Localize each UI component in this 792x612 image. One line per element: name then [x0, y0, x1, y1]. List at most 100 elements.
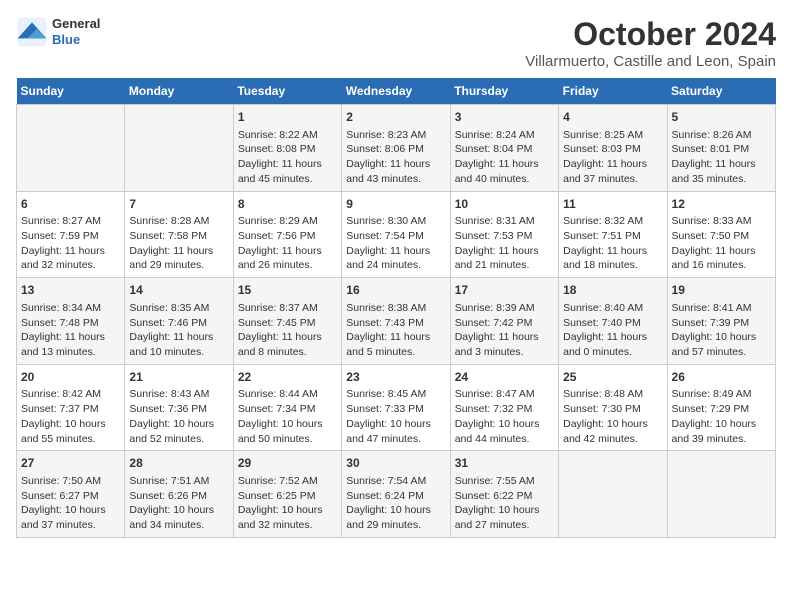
- calendar-cell: 13 Sunrise: 8:34 AMSunset: 7:48 PMDayligh…: [17, 278, 125, 365]
- calendar-cell: 29 Sunrise: 7:52 AMSunset: 6:25 PMDayligh…: [233, 451, 341, 538]
- calendar-cell: 4Sunrise: 8:25 AMSunset: 8:03 PMDaylight…: [559, 105, 667, 192]
- day-number: 16: [346, 282, 445, 299]
- day-number: 6: [21, 196, 120, 213]
- month-title: October 2024: [525, 16, 776, 53]
- calendar-cell: 7Sunrise: 8:28 AMSunset: 7:58 PMDaylight…: [125, 191, 233, 278]
- logo-text: General Blue: [52, 16, 100, 47]
- calendar-cell: 21Sunrise: 8:43 AMSunset: 7:36 PMDayligh…: [125, 364, 233, 451]
- day-info: Sunrise: 8:31 AMSunset: 7:53 PMDaylight:…: [455, 214, 554, 273]
- calendar-cell: 22Sunrise: 8:44 AMSunset: 7:34 PMDayligh…: [233, 364, 341, 451]
- day-number: 24: [455, 369, 554, 386]
- day-info: Sunrise: 8:44 AMSunset: 7:34 PMDaylight:…: [238, 387, 337, 446]
- day-number: 30: [346, 455, 445, 472]
- logo: General Blue: [16, 16, 100, 48]
- location-title: Villarmuerto, Castille and Leon, Spain: [525, 53, 776, 70]
- day-info: Sunrise: 8:30 AMSunset: 7:54 PMDaylight:…: [346, 214, 445, 273]
- logo-general: General: [52, 16, 100, 32]
- calendar-cell: [559, 451, 667, 538]
- day-info: Sunrise: 8:37 AMSunset: 7:45 PMDaylight:…: [238, 301, 337, 360]
- calendar-week-5: 27 Sunrise: 7:50 AMSunset: 6:27 PMDayligh…: [17, 451, 776, 538]
- calendar-cell: 10Sunrise: 8:31 AMSunset: 7:53 PMDayligh…: [450, 191, 558, 278]
- day-number: 20: [21, 369, 120, 386]
- logo-blue: Blue: [52, 32, 100, 48]
- day-number: 11: [563, 196, 662, 213]
- day-number: 3: [455, 109, 554, 126]
- day-info: Sunrise: 8:33 AMSunset: 7:50 PMDaylight:…: [672, 214, 771, 273]
- day-info: Sunrise: 8:29 AMSunset: 7:56 PMDaylight:…: [238, 214, 337, 273]
- calendar-cell: 31 Sunrise: 7:55 AMSunset: 6:22 PMDayligh…: [450, 451, 558, 538]
- day-info: Sunrise: 8:48 AMSunset: 7:30 PMDaylight:…: [563, 387, 662, 446]
- day-info: Sunrise: 8:34 AMSunset: 7:48 PMDaylight:…: [21, 301, 120, 360]
- day-info: Sunrise: 7:55 AMSunset: 6:22 PMDaylight:…: [455, 474, 554, 533]
- day-number: 12: [672, 196, 771, 213]
- calendar-cell: 1Sunrise: 8:22 AMSunset: 8:08 PMDaylight…: [233, 105, 341, 192]
- calendar-week-4: 20Sunrise: 8:42 AMSunset: 7:37 PMDayligh…: [17, 364, 776, 451]
- day-number: 23: [346, 369, 445, 386]
- weekday-header-monday: Monday: [125, 78, 233, 105]
- calendar-cell: 25Sunrise: 8:48 AMSunset: 7:30 PMDayligh…: [559, 364, 667, 451]
- calendar-cell: [17, 105, 125, 192]
- day-info: Sunrise: 8:23 AMSunset: 8:06 PMDaylight:…: [346, 128, 445, 187]
- day-info: Sunrise: 8:43 AMSunset: 7:36 PMDaylight:…: [129, 387, 228, 446]
- title-block: October 2024 Villarmuerto, Castille and …: [525, 16, 776, 70]
- calendar-cell: 23Sunrise: 8:45 AMSunset: 7:33 PMDayligh…: [342, 364, 450, 451]
- day-info: Sunrise: 8:49 AMSunset: 7:29 PMDaylight:…: [672, 387, 771, 446]
- day-number: 4: [563, 109, 662, 126]
- day-number: 14: [129, 282, 228, 299]
- day-number: 26: [672, 369, 771, 386]
- calendar-cell: 15 Sunrise: 8:37 AMSunset: 7:45 PMDayligh…: [233, 278, 341, 365]
- calendar-cell: 8Sunrise: 8:29 AMSunset: 7:56 PMDaylight…: [233, 191, 341, 278]
- day-number: 17: [455, 282, 554, 299]
- day-number: 29: [238, 455, 337, 472]
- calendar-week-3: 13 Sunrise: 8:34 AMSunset: 7:48 PMDayligh…: [17, 278, 776, 365]
- day-info: Sunrise: 8:22 AMSunset: 8:08 PMDaylight:…: [238, 128, 337, 187]
- day-info: Sunrise: 8:41 AMSunset: 7:39 PMDaylight:…: [672, 301, 771, 360]
- calendar-cell: 5Sunrise: 8:26 AMSunset: 8:01 PMDaylight…: [667, 105, 775, 192]
- day-info: Sunrise: 8:27 AMSunset: 7:59 PMDaylight:…: [21, 214, 120, 273]
- day-info: Sunrise: 8:47 AMSunset: 7:32 PMDaylight:…: [455, 387, 554, 446]
- day-info: Sunrise: 8:26 AMSunset: 8:01 PMDaylight:…: [672, 128, 771, 187]
- day-number: 8: [238, 196, 337, 213]
- day-info: Sunrise: 8:40 AMSunset: 7:40 PMDaylight:…: [563, 301, 662, 360]
- calendar-table: SundayMondayTuesdayWednesdayThursdayFrid…: [16, 78, 776, 538]
- day-number: 2: [346, 109, 445, 126]
- day-info: Sunrise: 7:52 AMSunset: 6:25 PMDaylight:…: [238, 474, 337, 533]
- calendar-cell: 24Sunrise: 8:47 AMSunset: 7:32 PMDayligh…: [450, 364, 558, 451]
- calendar-cell: 17 Sunrise: 8:39 AMSunset: 7:42 PMDayligh…: [450, 278, 558, 365]
- day-number: 27: [21, 455, 120, 472]
- calendar-cell: 9Sunrise: 8:30 AMSunset: 7:54 PMDaylight…: [342, 191, 450, 278]
- calendar-cell: 12Sunrise: 8:33 AMSunset: 7:50 PMDayligh…: [667, 191, 775, 278]
- day-number: 31: [455, 455, 554, 472]
- day-info: Sunrise: 8:42 AMSunset: 7:37 PMDaylight:…: [21, 387, 120, 446]
- day-info: Sunrise: 8:24 AMSunset: 8:04 PMDaylight:…: [455, 128, 554, 187]
- day-info: Sunrise: 8:38 AMSunset: 7:43 PMDaylight:…: [346, 301, 445, 360]
- day-number: 10: [455, 196, 554, 213]
- day-number: 15: [238, 282, 337, 299]
- day-number: 18: [563, 282, 662, 299]
- calendar-cell: 3 Sunrise: 8:24 AMSunset: 8:04 PMDaylight…: [450, 105, 558, 192]
- day-info: Sunrise: 8:39 AMSunset: 7:42 PMDaylight:…: [455, 301, 554, 360]
- calendar-cell: 30 Sunrise: 7:54 AMSunset: 6:24 PMDayligh…: [342, 451, 450, 538]
- weekday-header-friday: Friday: [559, 78, 667, 105]
- calendar-cell: 20Sunrise: 8:42 AMSunset: 7:37 PMDayligh…: [17, 364, 125, 451]
- logo-icon: [16, 16, 48, 48]
- day-info: Sunrise: 8:45 AMSunset: 7:33 PMDaylight:…: [346, 387, 445, 446]
- day-info: Sunrise: 7:50 AMSunset: 6:27 PMDaylight:…: [21, 474, 120, 533]
- day-info: Sunrise: 7:54 AMSunset: 6:24 PMDaylight:…: [346, 474, 445, 533]
- day-number: 13: [21, 282, 120, 299]
- calendar-cell: 26Sunrise: 8:49 AMSunset: 7:29 PMDayligh…: [667, 364, 775, 451]
- calendar-cell: 19 Sunrise: 8:41 AMSunset: 7:39 PMDayligh…: [667, 278, 775, 365]
- calendar-cell: 14Sunrise: 8:35 AMSunset: 7:46 PMDayligh…: [125, 278, 233, 365]
- day-number: 25: [563, 369, 662, 386]
- day-number: 28: [129, 455, 228, 472]
- calendar-cell: 16 Sunrise: 8:38 AMSunset: 7:43 PMDayligh…: [342, 278, 450, 365]
- weekday-header-wednesday: Wednesday: [342, 78, 450, 105]
- page-header: General Blue October 2024 Villarmuerto, …: [16, 16, 776, 70]
- calendar-cell: 6Sunrise: 8:27 AMSunset: 7:59 PMDaylight…: [17, 191, 125, 278]
- day-number: 19: [672, 282, 771, 299]
- calendar-week-2: 6Sunrise: 8:27 AMSunset: 7:59 PMDaylight…: [17, 191, 776, 278]
- calendar-cell: 2 Sunrise: 8:23 AMSunset: 8:06 PMDaylight…: [342, 105, 450, 192]
- weekday-header-thursday: Thursday: [450, 78, 558, 105]
- day-info: Sunrise: 7:51 AMSunset: 6:26 PMDaylight:…: [129, 474, 228, 533]
- day-number: 7: [129, 196, 228, 213]
